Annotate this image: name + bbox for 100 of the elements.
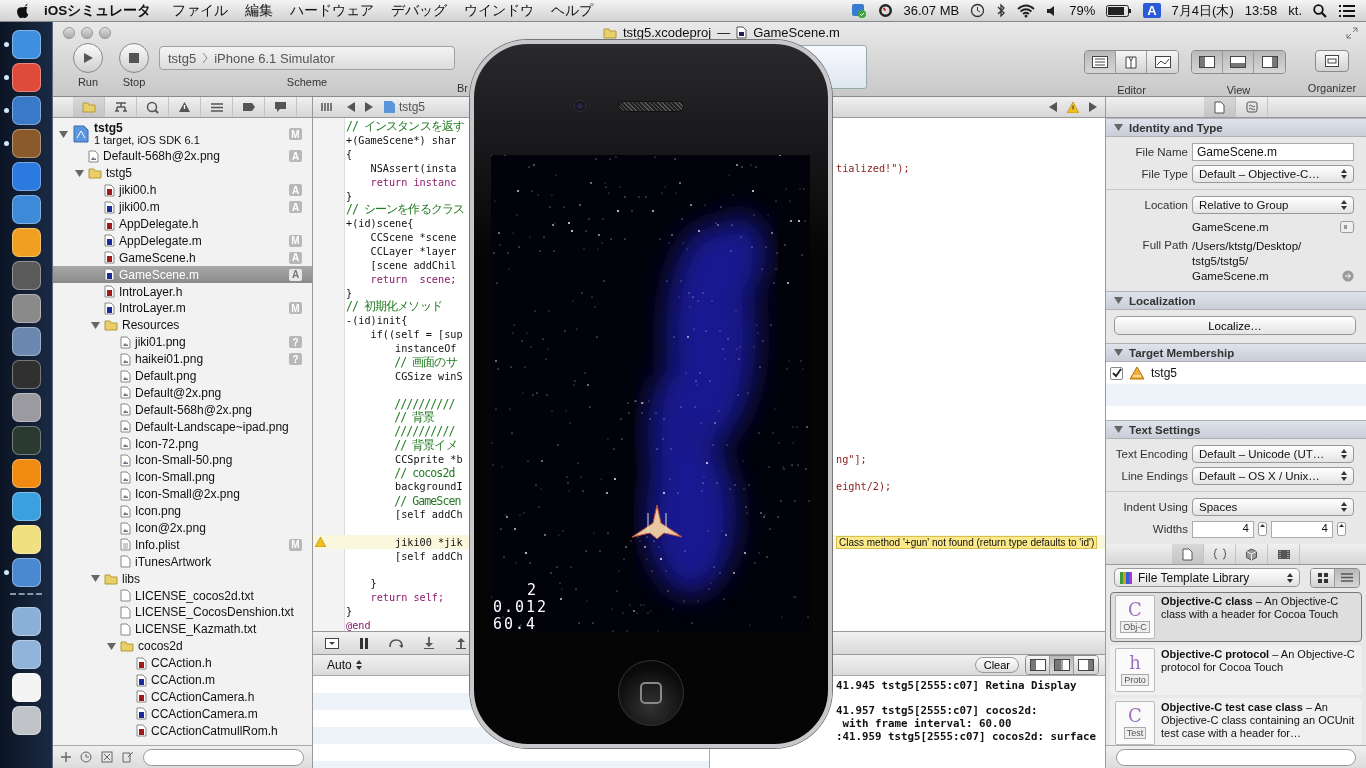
scheme-target[interactable]: tstg5 (168, 50, 197, 66)
menu-item[interactable]: デバッグ (388, 1, 451, 20)
file-item[interactable]: CCAction.h (53, 654, 312, 672)
file-item[interactable]: jiki00.m A (53, 198, 312, 216)
segment-button[interactable] (1254, 51, 1285, 73)
template-item[interactable]: C Obj-C Objective-C class – An Objective-C class with a header for Cocoa Touch (1110, 592, 1362, 642)
file-item[interactable]: tstg5 (53, 164, 312, 182)
back-arrow-icon[interactable] (1049, 102, 1057, 112)
popup-button[interactable]: Spaces (1192, 498, 1354, 516)
organizer-button[interactable] (1315, 50, 1349, 72)
app-icon[interactable] (11, 393, 41, 422)
disclosure-triangle-icon[interactable] (59, 129, 68, 139)
file-item[interactable]: Default-568h@2x.png (53, 401, 312, 419)
file-item[interactable]: jiki01.png ? (53, 333, 312, 351)
app-icon[interactable] (11, 558, 41, 587)
filter-field[interactable] (1116, 748, 1356, 766)
battery-percentage[interactable]: 79% (1069, 3, 1096, 18)
forward-arrow-icon[interactable] (1089, 102, 1097, 112)
menu-item[interactable]: ハードウェア (287, 1, 378, 20)
disclosure-triangle-icon[interactable] (91, 320, 100, 330)
section-header[interactable]: Identity and Type (1106, 118, 1366, 137)
file-item[interactable]: cocos2d (53, 637, 312, 655)
file-item[interactable]: LICENSE_cocos2d.txt (53, 587, 312, 605)
document-edit-icon[interactable] (122, 751, 134, 763)
text-field[interactable]: GameScene.m (1192, 143, 1354, 161)
wifi-icon[interactable] (1017, 3, 1036, 18)
app-icon[interactable] (11, 63, 41, 92)
app-icon[interactable] (11, 640, 41, 669)
file-item[interactable]: LICENSE_CocosDenshion.txt (53, 604, 312, 621)
inspector-tab[interactable] (1204, 97, 1236, 117)
box-icon[interactable] (101, 751, 113, 763)
menu-item[interactable]: ウインドウ (461, 1, 538, 20)
scope-popup[interactable]: Auto (327, 658, 362, 672)
segment-button[interactable] (1050, 656, 1074, 674)
disclosure-triangle-icon[interactable] (1114, 348, 1123, 357)
file-item[interactable]: CCActionCamera.m (53, 705, 312, 723)
popup-button[interactable]: Default – Objective-C… (1192, 165, 1354, 183)
disclosure-triangle-icon[interactable] (75, 168, 84, 178)
file-item[interactable]: jiki00.h A (53, 181, 312, 199)
file-item[interactable]: Default@2x.png (53, 384, 312, 402)
section-header[interactable]: Text Settings (1106, 420, 1366, 439)
file-item[interactable]: Icon.png (53, 502, 312, 520)
number-field[interactable]: 4 (1192, 520, 1254, 538)
stepper-icon[interactable] (1337, 522, 1346, 536)
file-item[interactable]: Icon-Small.png (53, 468, 312, 486)
step-into-icon[interactable] (423, 637, 435, 649)
file-item[interactable]: AppDelegate.h (53, 215, 312, 233)
file-item[interactable]: Resources (53, 316, 312, 334)
library-tab[interactable] (1172, 544, 1204, 564)
app-icon[interactable] (11, 30, 41, 59)
file-item[interactable]: Default-568h@2x.png A (53, 148, 312, 165)
template-item[interactable]: C Test Objective-C test case class – An Objective-C class containing an OCUnit test case with a header for… (1110, 698, 1362, 745)
app-icon[interactable] (11, 162, 41, 191)
file-item[interactable]: LICENSE_Kazmath.txt (53, 620, 312, 638)
app-icon[interactable] (11, 706, 41, 735)
scheme-device[interactable]: iPhone 6.1 Simulator (214, 50, 335, 66)
file-item[interactable]: Default-Landscape~ipad.png (53, 418, 312, 436)
file-item[interactable]: CCActionCamera.h (53, 688, 312, 706)
menu-item[interactable]: 編集 (242, 1, 277, 20)
warning-icon[interactable] (1067, 101, 1079, 113)
file-item[interactable]: Default.png (53, 367, 312, 385)
path-crumb[interactable]: tstg5 (383, 100, 425, 114)
menu-item[interactable]: ファイル (169, 1, 232, 20)
back-arrow-icon[interactable] (347, 102, 355, 112)
localize-button[interactable]: Localize… (1114, 316, 1356, 335)
segment-button[interactable] (1074, 656, 1098, 674)
gauge-icon[interactable] (877, 3, 893, 18)
library-popup[interactable]: File Template Library (1114, 568, 1300, 587)
apple-logo-icon[interactable] (16, 2, 30, 19)
checkbox[interactable] (1110, 366, 1123, 380)
app-icon[interactable] (11, 96, 41, 125)
template-item[interactable]: h Proto Objective-C protocol – An Objective-C protocol for Cocoa Touch (1110, 645, 1362, 695)
step-out-icon[interactable] (455, 637, 467, 649)
file-item[interactable]: CCActionCatmullRom.h (53, 722, 312, 740)
clear-button[interactable]: Clear (974, 657, 1019, 673)
stop-button[interactable] (119, 43, 149, 73)
clock-icon[interactable] (970, 3, 986, 18)
hide-console-icon[interactable] (325, 637, 339, 649)
date[interactable]: 7月4日(木) (1171, 1, 1234, 20)
stepper-icon[interactable] (1258, 522, 1267, 536)
app-icon[interactable] (11, 492, 41, 521)
file-item[interactable]: IntroLayer.m M (53, 300, 312, 317)
app-icon[interactable] (11, 673, 41, 702)
run-button[interactable] (73, 43, 103, 73)
file-item[interactable]: GameScene.h A (53, 249, 312, 267)
number-field[interactable]: 4 (1271, 520, 1333, 538)
app-icon[interactable] (11, 294, 41, 323)
clock-time[interactable]: 13:58 (1244, 3, 1278, 18)
app-icon[interactable] (11, 195, 41, 224)
file-item[interactable]: GameScene.m A (53, 266, 312, 284)
pause-icon[interactable] (359, 637, 369, 649)
file-item[interactable]: IntroLayer.h (53, 283, 312, 300)
section-header[interactable]: Target Membership (1106, 343, 1366, 362)
file-item[interactable]: Icon-Small@2x.png (53, 485, 312, 503)
file-item[interactable]: iTunesArtwork (53, 553, 312, 571)
disclosure-triangle-icon[interactable] (91, 574, 100, 584)
popup-button[interactable]: Default – OS X / Unix… (1192, 467, 1354, 485)
full-screen-icon[interactable] (1346, 26, 1358, 39)
app-menu[interactable]: iOSシミュレータ (41, 1, 155, 20)
app-icon[interactable] (11, 607, 41, 636)
